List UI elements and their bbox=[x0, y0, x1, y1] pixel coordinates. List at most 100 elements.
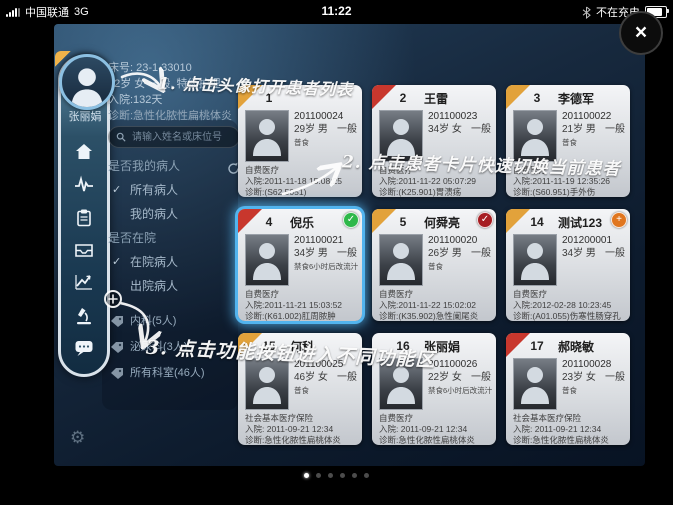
avatar-ribbon bbox=[55, 51, 71, 67]
search-icon bbox=[116, 132, 126, 142]
patient-card[interactable]: 17 郝晓敏 201100028 23岁 女 一般 普食 社会基本医疗保险 入院… bbox=[506, 333, 630, 445]
patient-age-sex: 26岁 男 bbox=[428, 247, 462, 261]
clipboard-icon[interactable] bbox=[74, 208, 94, 228]
bluetooth-icon bbox=[582, 6, 591, 19]
patient-card[interactable]: + 14 测试123 201200001 34岁 男 一般 自费医疗 入院:20… bbox=[506, 209, 630, 321]
patient-admit-date: 入院: 2011-09-21 12:34 bbox=[513, 424, 626, 435]
person-silhouette-icon bbox=[385, 240, 417, 280]
chat-icon[interactable] bbox=[74, 338, 94, 358]
patient-diet: 普食 bbox=[428, 261, 491, 272]
patient-card[interactable]: ✓ 5 何舜亮 201100020 26岁 男 一般 普食 自费医疗 入院:20… bbox=[372, 209, 496, 321]
patient-id: 201100020 bbox=[428, 234, 491, 247]
patient-name: 测试123 bbox=[558, 214, 602, 231]
patient-insurance: 自费医疗 bbox=[513, 289, 626, 300]
patient-number: 14 bbox=[524, 215, 550, 229]
patient-age-sex: 46岁 女 bbox=[294, 371, 328, 385]
tag-icon bbox=[110, 341, 124, 353]
patient-admit-date: 入院:2011-11-18 15:08:25 bbox=[245, 176, 358, 187]
patient-insurance: 社会基本医疗保险 bbox=[245, 413, 358, 424]
patient-diet: 普食 bbox=[562, 385, 625, 396]
close-tutorial-button[interactable]: × bbox=[619, 11, 663, 55]
dept-tag-3[interactable]: 所有科室(46人) bbox=[108, 360, 240, 386]
patient-age-sex: 34岁 男 bbox=[562, 247, 596, 261]
patient-insurance: 自费医疗 bbox=[379, 413, 492, 424]
search-box[interactable] bbox=[108, 126, 240, 148]
inbox-icon[interactable] bbox=[74, 240, 94, 260]
clock: 11:22 bbox=[0, 4, 673, 18]
patient-admit-date: 入院: 2011-09-21 12:34 bbox=[379, 424, 492, 435]
patient-number: 3 bbox=[524, 91, 550, 105]
patient-photo bbox=[379, 234, 423, 286]
page-dot[interactable] bbox=[316, 473, 321, 478]
person-silhouette-icon bbox=[519, 364, 551, 404]
trend-chart-icon[interactable] bbox=[74, 272, 94, 292]
search-input[interactable] bbox=[130, 131, 232, 144]
patient-photo bbox=[513, 358, 557, 410]
patient-admit-date: 入院:2011-11-22 05:07:29 bbox=[379, 176, 492, 187]
patient-diet: 普食 bbox=[294, 385, 357, 396]
tag-icon bbox=[110, 367, 124, 379]
patient-name: 何舜亮 bbox=[424, 214, 460, 231]
filter-group-in-hospital: 是否在院 bbox=[108, 226, 240, 250]
patient-insurance: 社会基本医疗保险 bbox=[513, 413, 626, 424]
patient-grade: 一般 bbox=[471, 371, 491, 385]
patient-card-grid: 1 201100024 29岁 男 一般 普食 自费医疗 入院:2011-11-… bbox=[238, 85, 630, 445]
patient-id: 201100024 bbox=[294, 110, 357, 123]
patient-number: 2 bbox=[390, 91, 416, 105]
patient-id: 201100021 bbox=[294, 234, 357, 247]
patient-card[interactable]: 2 王雷 201100023 34岁 女 一般 自费医疗 入院:2011-11-… bbox=[372, 85, 496, 197]
patient-age-sex: 29岁 男 bbox=[294, 123, 328, 137]
patient-number: 5 bbox=[390, 215, 416, 229]
person-silhouette-icon bbox=[251, 364, 283, 404]
patient-admit-date: 入院:2011-11-21 15:03:52 bbox=[245, 300, 358, 311]
patient-number: 17 bbox=[524, 339, 550, 353]
patient-grade: 一般 bbox=[605, 123, 625, 137]
patient-grade: 一般 bbox=[605, 247, 625, 261]
dept-tag-1[interactable]: 内科(5人) bbox=[108, 308, 240, 334]
page-dot[interactable] bbox=[304, 473, 309, 478]
patient-grade: 一般 bbox=[337, 123, 357, 137]
filter-option-discharged[interactable]: 出院病人 bbox=[108, 274, 240, 298]
patient-id: 201200001 bbox=[562, 234, 625, 247]
page-dots bbox=[0, 473, 673, 478]
patient-age-sex: 34岁 男 bbox=[294, 247, 328, 261]
patient-diet: 普食 bbox=[294, 137, 357, 148]
patient-id: 201100022 bbox=[562, 110, 625, 123]
person-silhouette-icon bbox=[251, 240, 283, 280]
person-silhouette-icon bbox=[251, 116, 283, 156]
patient-name: 王雷 bbox=[424, 90, 448, 107]
microscope-icon[interactable] bbox=[74, 306, 94, 326]
filter-group-my-patients: 是否我的病人 bbox=[108, 154, 240, 178]
filter-option-my-patients[interactable]: 我的病人 bbox=[108, 202, 240, 226]
patient-diet: 禁食6小时后改流汁 bbox=[428, 385, 491, 396]
page-dot[interactable] bbox=[328, 473, 333, 478]
patient-card[interactable]: 3 李德军 201100022 21岁 男 一般 普食 自费医疗 入院:2011… bbox=[506, 85, 630, 197]
page-dot[interactable] bbox=[340, 473, 345, 478]
tag-icon bbox=[110, 315, 124, 327]
filter-option-in-hospital[interactable]: ✓ 在院病人 bbox=[108, 250, 240, 274]
patient-card[interactable]: ✓ 4 倪乐 201100021 34岁 男 一般 禁食6小时后改流汁 自费医疗… bbox=[238, 209, 362, 321]
patient-card[interactable]: 1 201100024 29岁 男 一般 普食 自费医疗 入院:2011-11-… bbox=[238, 85, 362, 197]
patient-id: 201100026 bbox=[428, 358, 491, 371]
page-dot[interactable] bbox=[364, 473, 369, 478]
patient-grade: 一般 bbox=[337, 247, 357, 261]
patient-admit-date: 入院:2011-11-22 15:02:02 bbox=[379, 300, 492, 311]
patient-grade: 一般 bbox=[337, 371, 357, 385]
home-icon[interactable] bbox=[74, 142, 94, 162]
filter-option-all-patients[interactable]: ✓ 所有病人 bbox=[108, 178, 240, 202]
patient-name: 郝晓敏 bbox=[558, 338, 594, 355]
page-dot[interactable] bbox=[352, 473, 357, 478]
patient-diagnosis: 诊断:急性化脓性扁桃体炎 bbox=[513, 435, 626, 445]
check-icon: ✓ bbox=[112, 178, 121, 202]
patient-diagnosis: 诊断:(S60.951)手外伤 bbox=[513, 187, 626, 197]
patient-grade: 一般 bbox=[471, 247, 491, 261]
patient-diagnosis: 诊断:(S62.5051) bbox=[245, 187, 358, 197]
patient-id: 201100028 bbox=[562, 358, 625, 371]
settings-gear-icon[interactable]: ⚙ bbox=[70, 428, 85, 448]
vitals-wave-icon[interactable] bbox=[74, 175, 94, 195]
check-icon: ✓ bbox=[112, 250, 121, 274]
patient-diagnosis: 诊断:(K25.901)胃溃疡 bbox=[379, 187, 492, 197]
patient-diagnosis: 诊断:(K35.902)急性阑尾炎 bbox=[379, 311, 492, 321]
patient-admit-date: 入院: 2011-09-21 12:34 bbox=[245, 424, 358, 435]
patient-photo bbox=[513, 234, 557, 286]
